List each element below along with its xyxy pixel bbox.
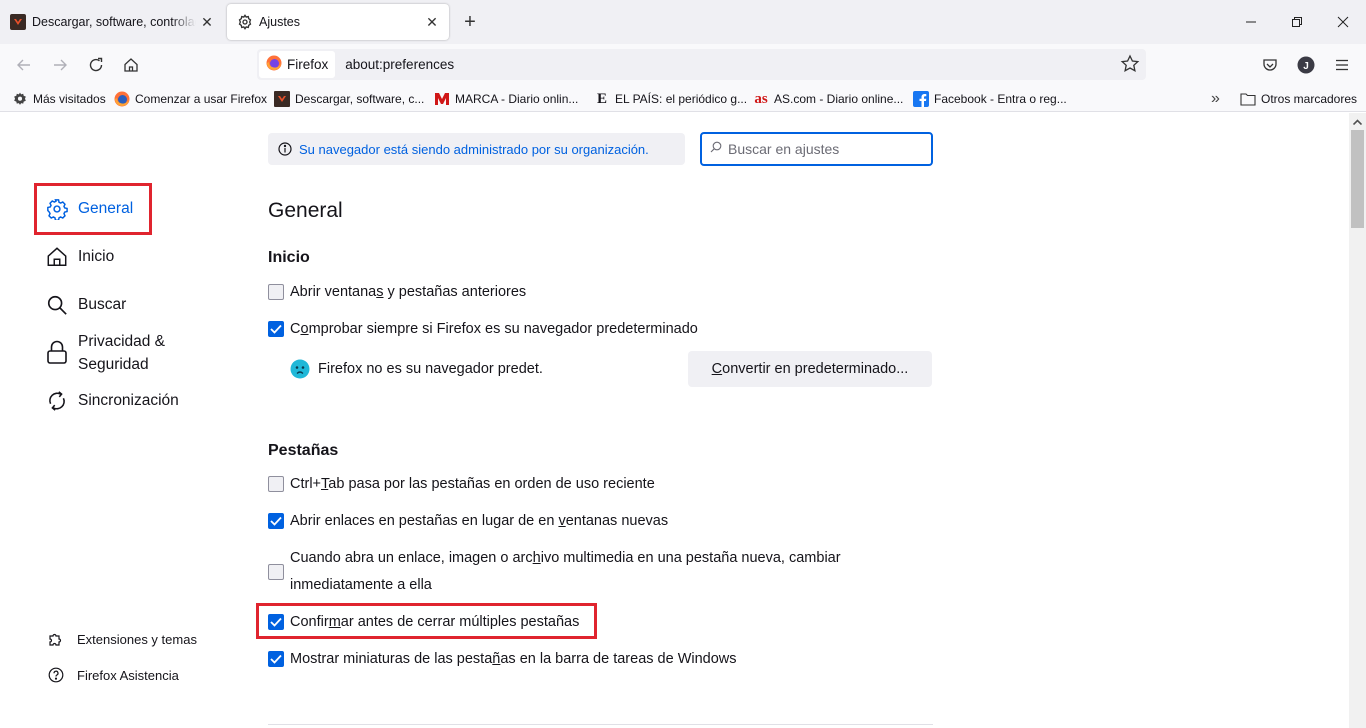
bookmark-marca[interactable]: MARCA - Diario onlin... [434,90,578,108]
bookmark-mas-visitados[interactable]: Más visitados [12,90,106,108]
bookmark-elpais[interactable]: E EL PAÍS: el periódico g... [594,90,747,108]
checkbox[interactable] [268,564,284,580]
svg-text:J: J [1303,61,1309,72]
search-icon [45,293,69,317]
close-tab-icon[interactable]: ✕ [196,11,218,33]
identity-label: Firefox [287,57,329,72]
firefox-icon [114,91,130,107]
sidebar-item-inicio[interactable]: Inicio [45,245,114,269]
checkbox[interactable] [268,476,284,492]
option-switch-to-new-tab[interactable]: Cuando abra un enlace, imagen o archivo … [268,545,841,599]
sidebar-item-sincronizacion[interactable]: Sincronización [45,389,179,413]
minimize-button[interactable] [1228,0,1274,44]
sidebar-item-label: Seguridad [78,356,149,373]
folder-icon [1240,91,1256,107]
tab-title: Descargar, software, controladores [32,15,196,29]
puzzle-icon [47,630,65,648]
close-window-button[interactable] [1320,0,1366,44]
bookmark-as[interactable]: as AS.com - Diario online... [753,90,903,108]
softonic-favicon [10,14,26,30]
search-icon [710,140,722,158]
section-heading-inicio: Inicio [268,249,310,266]
search-input[interactable] [728,141,918,157]
sidebar-item-label: Inicio [78,248,115,265]
as-favicon: as [754,90,768,107]
option-confirm-close-multiple-tabs[interactable]: Confirmar antes de cerrar múltiples pest… [268,614,579,630]
bookmark-otros-marcadores[interactable]: Otros marcadores [1240,90,1357,108]
preferences-page [0,113,1366,728]
bookmark-star-icon[interactable] [1120,54,1140,74]
sidebar-extensions-link[interactable]: Extensiones y temas [47,630,197,648]
option-ctrl-tab[interactable]: Ctrl+Tab pasa por las pestañas en orden … [268,476,655,492]
sidebar-item-general[interactable]: General [45,197,133,221]
search-settings-field[interactable] [700,132,933,166]
sidebar-support-link[interactable]: Firefox Asistencia [47,666,179,684]
page-title: General [268,199,343,222]
home-icon [45,245,69,269]
account-avatar[interactable]: J [1293,52,1319,78]
identity-box[interactable]: Firefox [259,51,336,78]
home-button[interactable] [118,52,144,78]
sidebar-item-buscar[interactable]: Buscar [45,293,126,317]
policies-notice[interactable]: Su navegador está siendo administrado po… [268,133,685,165]
bookmarks-overflow-button[interactable]: » [1211,90,1220,108]
close-tab-icon[interactable]: ✕ [421,11,443,33]
scroll-up-arrow-icon[interactable] [1349,113,1366,130]
sidebar-item-privacidad[interactable]: Privacidad & Seguridad [45,330,165,376]
scrollbar-thumb[interactable] [1351,130,1364,228]
gear-icon [12,91,28,107]
gear-icon [237,14,253,30]
info-icon [278,142,292,156]
forward-button[interactable] [47,52,73,78]
option-check-default-browser[interactable]: Comprobar siempre si Firefox es su naveg… [268,321,698,337]
tab-descargar[interactable]: Descargar, software, controladores ✕ [0,4,224,40]
marca-favicon [434,91,450,107]
softonic-favicon [274,91,290,107]
section-heading-pestanas: Pestañas [268,442,339,459]
checkbox-checked[interactable] [268,513,284,529]
lock-icon [45,340,69,364]
checkbox[interactable] [268,284,284,300]
section-divider [268,724,933,725]
sidebar-item-label: Sincronización [78,392,179,409]
help-icon [47,666,65,684]
tab-title: Ajustes [259,15,300,29]
facebook-favicon [913,91,929,107]
tab-ajustes[interactable]: Ajustes ✕ [227,4,449,40]
firefox-icon [266,55,282,74]
bookmark-facebook[interactable]: Facebook - Entra o reg... [913,90,1067,108]
pocket-button[interactable] [1257,52,1283,78]
reload-button[interactable] [83,52,109,78]
checkbox-checked[interactable] [268,321,284,337]
bookmarks-toolbar: Más visitados Comenzar a usar Firefox De… [0,85,1366,112]
option-restore-session[interactable]: Abrir ventanas y pestañas anteriores [268,284,526,300]
menu-button[interactable] [1329,52,1355,78]
restore-button[interactable] [1274,0,1320,44]
elpais-favicon: E [596,90,607,107]
bookmark-descargar[interactable]: Descargar, software, c... [274,90,424,108]
tab-strip: Descargar, software, controladores ✕ Aju… [0,0,1366,44]
back-button[interactable] [11,52,37,78]
option-taskbar-previews[interactable]: Mostrar miniaturas de las pestañas en la… [268,651,737,667]
sidebar-item-label: General [78,200,134,217]
url-bar[interactable]: Firefox about:preferences [257,49,1146,80]
new-tab-button[interactable]: + [458,10,482,34]
not-default-status: Firefox no es su navegador predet. [290,359,543,379]
make-default-button[interactable]: Convertir en predeterminado... [688,351,932,387]
sync-icon [45,389,69,413]
sidebar-item-label: Buscar [78,296,127,313]
page-scrollbar[interactable] [1349,113,1366,728]
sad-face-icon [290,359,310,379]
checkbox-checked[interactable] [268,614,284,630]
url-text[interactable]: about:preferences [345,57,454,72]
bookmark-comenzar[interactable]: Comenzar a usar Firefox [114,90,267,108]
sidebar-item-label: Privacidad & [78,333,166,350]
option-open-links-in-tabs[interactable]: Abrir enlaces en pestañas en lugar de en… [268,513,668,529]
gear-icon [45,197,69,221]
checkbox-checked[interactable] [268,651,284,667]
